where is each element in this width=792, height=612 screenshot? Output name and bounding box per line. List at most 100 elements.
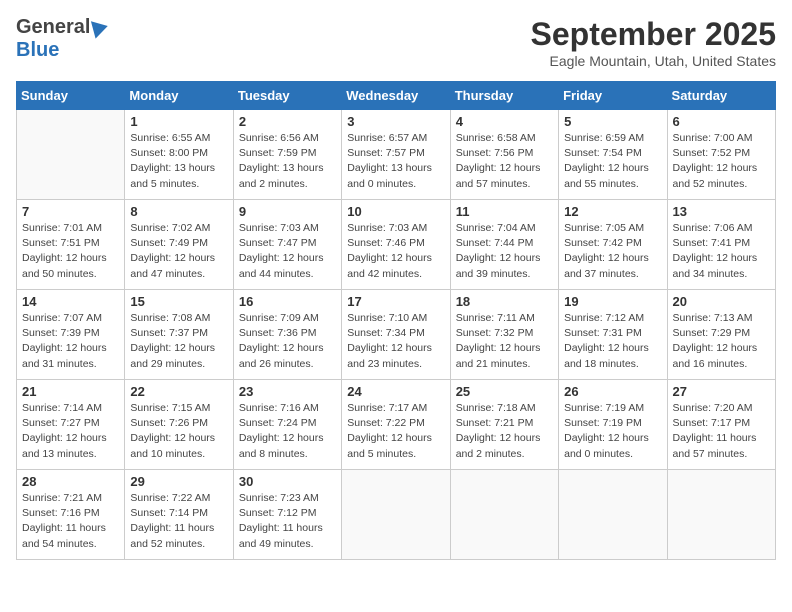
calendar-cell: 11 Sunrise: 7:04 AMSunset: 7:44 PMDayligh…	[450, 200, 558, 290]
calendar-cell: 26 Sunrise: 7:19 AMSunset: 7:19 PMDayligh…	[559, 380, 667, 470]
calendar-cell: 27 Sunrise: 7:20 AMSunset: 7:17 PMDayligh…	[667, 380, 775, 470]
day-info: Sunrise: 6:55 AMSunset: 8:00 PMDaylight:…	[130, 131, 227, 192]
calendar-cell	[17, 110, 125, 200]
day-info: Sunrise: 7:05 AMSunset: 7:42 PMDaylight:…	[564, 221, 661, 282]
calendar-cell: 15 Sunrise: 7:08 AMSunset: 7:37 PMDayligh…	[125, 290, 233, 380]
calendar-cell	[342, 470, 450, 560]
calendar-day-header: Tuesday	[233, 82, 341, 110]
day-info: Sunrise: 6:59 AMSunset: 7:54 PMDaylight:…	[564, 131, 661, 192]
day-number: 8	[130, 204, 227, 219]
page-header: General Blue September 2025 Eagle Mounta…	[16, 16, 776, 69]
calendar-week-row: 21Sunrise: 7:14 AMSunset: 7:27 PMDayligh…	[17, 380, 776, 470]
day-info: Sunrise: 7:23 AMSunset: 7:12 PMDaylight:…	[239, 491, 336, 552]
calendar-day-header: Sunday	[17, 82, 125, 110]
day-info: Sunrise: 7:20 AMSunset: 7:17 PMDaylight:…	[673, 401, 770, 462]
day-number: 30	[239, 474, 336, 489]
calendar-cell: 19 Sunrise: 7:12 AMSunset: 7:31 PMDayligh…	[559, 290, 667, 380]
calendar-day-header: Saturday	[667, 82, 775, 110]
day-number: 24	[347, 384, 444, 399]
day-number: 19	[564, 294, 661, 309]
logo-general: General	[16, 16, 90, 39]
day-number: 17	[347, 294, 444, 309]
day-number: 2	[239, 114, 336, 129]
day-info: Sunrise: 7:15 AMSunset: 7:26 PMDaylight:…	[130, 401, 227, 462]
day-info: Sunrise: 7:04 AMSunset: 7:44 PMDaylight:…	[456, 221, 553, 282]
day-info: Sunrise: 7:10 AMSunset: 7:34 PMDaylight:…	[347, 311, 444, 372]
calendar-cell: 3Sunrise: 6:57 AMSunset: 7:57 PMDaylight…	[342, 110, 450, 200]
day-info: Sunrise: 6:57 AMSunset: 7:57 PMDaylight:…	[347, 131, 444, 192]
day-number: 1	[130, 114, 227, 129]
day-number: 29	[130, 474, 227, 489]
calendar-cell: 21Sunrise: 7:14 AMSunset: 7:27 PMDayligh…	[17, 380, 125, 470]
day-info: Sunrise: 7:09 AMSunset: 7:36 PMDaylight:…	[239, 311, 336, 372]
calendar-cell: 10Sunrise: 7:03 AMSunset: 7:46 PMDayligh…	[342, 200, 450, 290]
day-info: Sunrise: 7:07 AMSunset: 7:39 PMDaylight:…	[22, 311, 119, 372]
day-number: 28	[22, 474, 119, 489]
day-info: Sunrise: 7:06 AMSunset: 7:41 PMDaylight:…	[673, 221, 770, 282]
calendar-cell	[559, 470, 667, 560]
calendar-cell: 20 Sunrise: 7:13 AMSunset: 7:29 PMDayligh…	[667, 290, 775, 380]
calendar-cell: 9Sunrise: 7:03 AMSunset: 7:47 PMDaylight…	[233, 200, 341, 290]
calendar-cell: 4Sunrise: 6:58 AMSunset: 7:56 PMDaylight…	[450, 110, 558, 200]
day-number: 15	[130, 294, 227, 309]
calendar-cell: 5 Sunrise: 6:59 AMSunset: 7:54 PMDaylight…	[559, 110, 667, 200]
calendar-cell: 30 Sunrise: 7:23 AMSunset: 7:12 PMDayligh…	[233, 470, 341, 560]
day-info: Sunrise: 7:22 AMSunset: 7:14 PMDaylight:…	[130, 491, 227, 552]
calendar-cell: 16 Sunrise: 7:09 AMSunset: 7:36 PMDayligh…	[233, 290, 341, 380]
calendar-cell: 28 Sunrise: 7:21 AMSunset: 7:16 PMDayligh…	[17, 470, 125, 560]
logo: General Blue	[16, 16, 108, 62]
calendar-week-row: 1 Sunrise: 6:55 AMSunset: 8:00 PMDaylight…	[17, 110, 776, 200]
calendar-day-header: Wednesday	[342, 82, 450, 110]
calendar-cell: 25 Sunrise: 7:18 AMSunset: 7:21 PMDayligh…	[450, 380, 558, 470]
day-info: Sunrise: 6:58 AMSunset: 7:56 PMDaylight:…	[456, 131, 553, 192]
calendar-cell: 8Sunrise: 7:02 AMSunset: 7:49 PMDaylight…	[125, 200, 233, 290]
calendar-cell	[450, 470, 558, 560]
day-number: 16	[239, 294, 336, 309]
calendar-table: SundayMondayTuesdayWednesdayThursdayFrid…	[16, 81, 776, 560]
calendar-cell: 14 Sunrise: 7:07 AMSunset: 7:39 PMDayligh…	[17, 290, 125, 380]
day-number: 22	[130, 384, 227, 399]
calendar-cell: 29 Sunrise: 7:22 AMSunset: 7:14 PMDayligh…	[125, 470, 233, 560]
calendar-cell: 6 Sunrise: 7:00 AMSunset: 7:52 PMDaylight…	[667, 110, 775, 200]
calendar-week-row: 14 Sunrise: 7:07 AMSunset: 7:39 PMDayligh…	[17, 290, 776, 380]
day-info: Sunrise: 7:16 AMSunset: 7:24 PMDaylight:…	[239, 401, 336, 462]
logo-blue: Blue	[16, 39, 59, 61]
day-info: Sunrise: 7:08 AMSunset: 7:37 PMDaylight:…	[130, 311, 227, 372]
day-number: 27	[673, 384, 770, 399]
day-number: 13	[673, 204, 770, 219]
day-number: 6	[673, 114, 770, 129]
calendar-cell: 17 Sunrise: 7:10 AMSunset: 7:34 PMDayligh…	[342, 290, 450, 380]
day-number: 20	[673, 294, 770, 309]
calendar-day-header: Thursday	[450, 82, 558, 110]
calendar-cell	[667, 470, 775, 560]
day-info: Sunrise: 7:00 AMSunset: 7:52 PMDaylight:…	[673, 131, 770, 192]
calendar-cell: 22 Sunrise: 7:15 AMSunset: 7:26 PMDayligh…	[125, 380, 233, 470]
day-info: Sunrise: 7:13 AMSunset: 7:29 PMDaylight:…	[673, 311, 770, 372]
day-info: Sunrise: 7:12 AMSunset: 7:31 PMDaylight:…	[564, 311, 661, 372]
day-info: Sunrise: 7:21 AMSunset: 7:16 PMDaylight:…	[22, 491, 119, 552]
day-info: Sunrise: 7:17 AMSunset: 7:22 PMDaylight:…	[347, 401, 444, 462]
day-info: Sunrise: 7:03 AMSunset: 7:46 PMDaylight:…	[347, 221, 444, 282]
calendar-week-row: 7Sunrise: 7:01 AMSunset: 7:51 PMDaylight…	[17, 200, 776, 290]
logo-triangle-icon	[91, 17, 110, 38]
day-info: Sunrise: 7:19 AMSunset: 7:19 PMDaylight:…	[564, 401, 661, 462]
day-number: 12	[564, 204, 661, 219]
calendar-cell: 18 Sunrise: 7:11 AMSunset: 7:32 PMDayligh…	[450, 290, 558, 380]
calendar-cell: 24 Sunrise: 7:17 AMSunset: 7:22 PMDayligh…	[342, 380, 450, 470]
day-info: Sunrise: 7:14 AMSunset: 7:27 PMDaylight:…	[22, 401, 119, 462]
calendar-day-header: Monday	[125, 82, 233, 110]
day-number: 18	[456, 294, 553, 309]
calendar-cell: 23Sunrise: 7:16 AMSunset: 7:24 PMDayligh…	[233, 380, 341, 470]
day-number: 14	[22, 294, 119, 309]
calendar-cell: 2Sunrise: 6:56 AMSunset: 7:59 PMDaylight…	[233, 110, 341, 200]
day-info: Sunrise: 7:01 AMSunset: 7:51 PMDaylight:…	[22, 221, 119, 282]
calendar-header-row: SundayMondayTuesdayWednesdayThursdayFrid…	[17, 82, 776, 110]
day-number: 25	[456, 384, 553, 399]
day-number: 11	[456, 204, 553, 219]
day-info: Sunrise: 7:11 AMSunset: 7:32 PMDaylight:…	[456, 311, 553, 372]
calendar-day-header: Friday	[559, 82, 667, 110]
day-number: 26	[564, 384, 661, 399]
day-info: Sunrise: 7:18 AMSunset: 7:21 PMDaylight:…	[456, 401, 553, 462]
day-number: 5	[564, 114, 661, 129]
calendar-week-row: 28 Sunrise: 7:21 AMSunset: 7:16 PMDayligh…	[17, 470, 776, 560]
